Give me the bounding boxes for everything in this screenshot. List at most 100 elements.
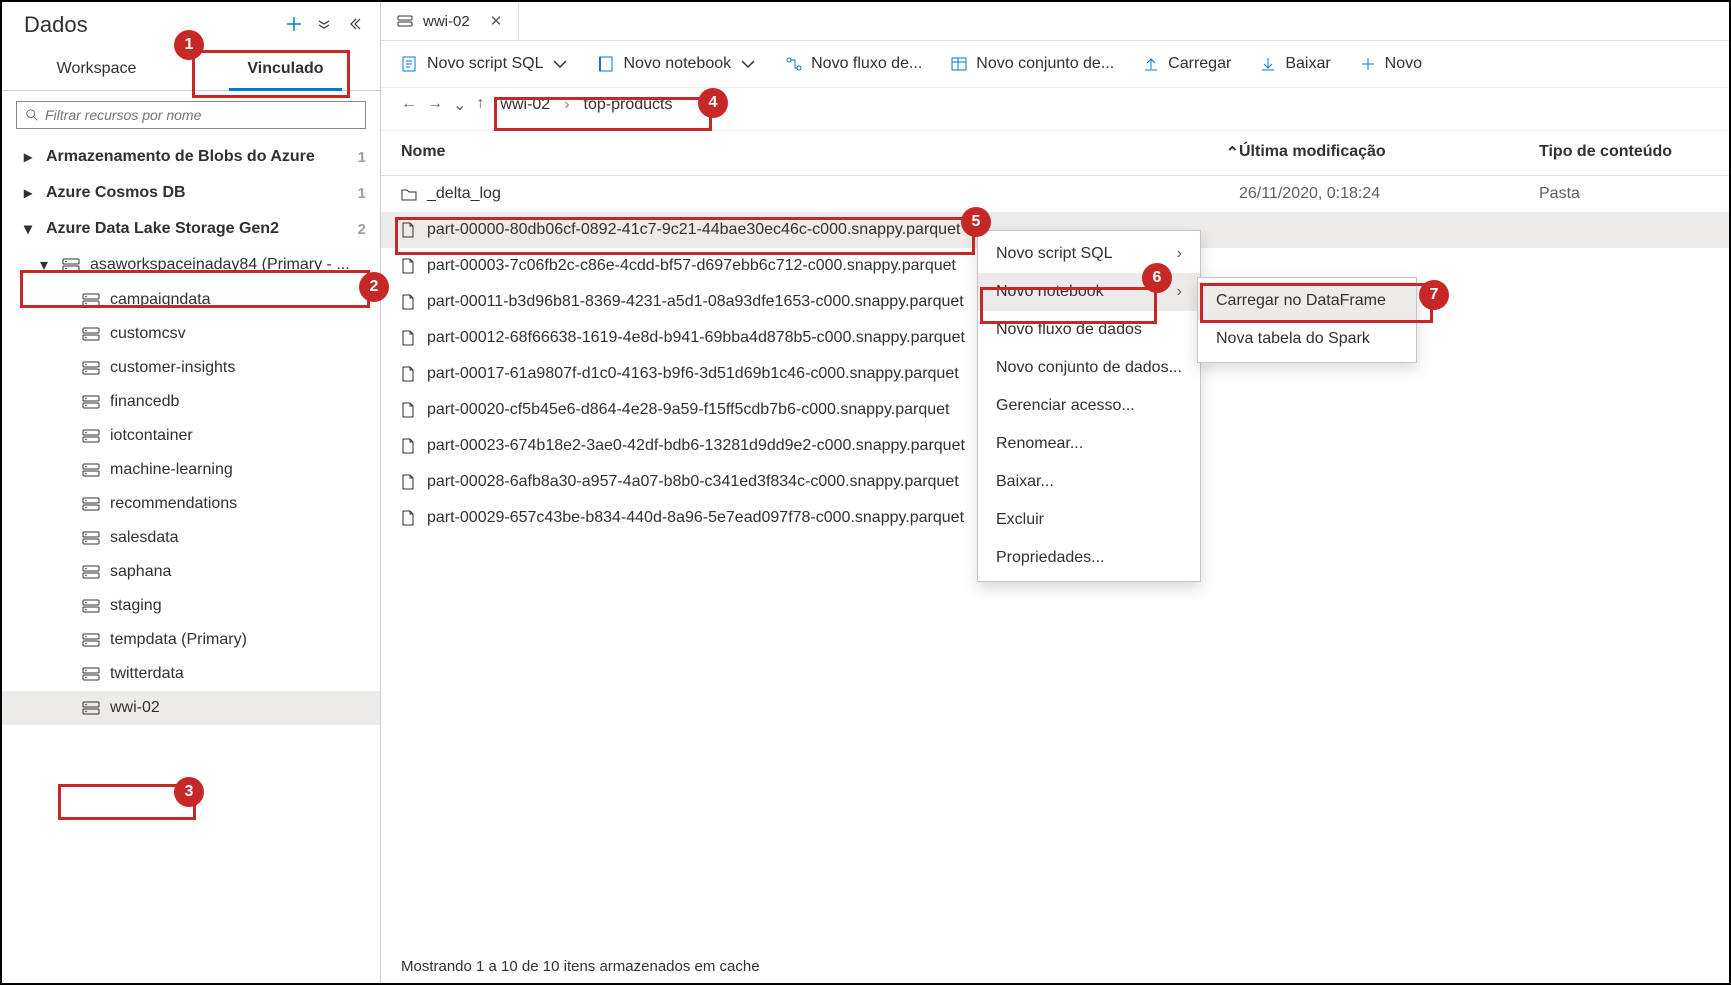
toolbar: Novo script SQL Novo notebook Novo fluxo… [381,41,1729,88]
tab-linked[interactable]: Vinculado [191,48,380,90]
container-icon [82,531,100,545]
download-button[interactable]: Baixar [1259,55,1330,73]
tree-container[interactable]: salesdata [2,521,380,555]
tree-storage-account[interactable]: ▾asaworkspaceinaday84 (Primary - ... [2,247,380,283]
tree-container-label: financedb [110,393,179,411]
tree-group-label: Armazenamento de Blobs do Azure [46,148,315,166]
new-dataset-button[interactable]: Novo conjunto de... [950,55,1114,73]
expand-all-icon[interactable] [316,16,332,35]
context-menu-item[interactable]: Baixar... [978,463,1200,501]
context-submenu-item[interactable]: Carregar no DataFrame [1198,282,1416,320]
file-icon [401,330,417,346]
context-submenu-label: Nova tabela do Spark [1216,330,1370,348]
file-icon [401,510,417,526]
callout-4: 4 [698,88,728,118]
file-icon [401,294,417,310]
container-icon [82,633,100,647]
sidebar-title: Dados [24,12,88,38]
tree-container[interactable]: campaigndata [2,283,380,317]
callout-2: 2 [359,272,389,302]
chevron-down-icon: ▾ [24,219,38,239]
container-icon [82,463,100,477]
tree-container[interactable]: saphana [2,555,380,589]
path-nav: ← → ⌄ ↑ wwi-02 › top-products [381,88,1729,131]
container-icon [82,293,100,307]
document-tab-wwi02[interactable]: wwi-02 ✕ [381,2,519,40]
new-button[interactable]: Novo [1359,55,1422,73]
breadcrumb-root[interactable]: wwi-02 [500,96,550,114]
tree-container[interactable]: machine-learning [2,453,380,487]
file-icon [401,438,417,454]
new-dataflow-button[interactable]: Novo fluxo de... [785,55,922,73]
context-menu-item[interactable]: Excluir [978,501,1200,539]
tree-group-count: 1 [352,149,366,166]
file-row[interactable]: _delta_log26/11/2020, 0:18:24Pasta [381,176,1729,212]
tree-group[interactable]: ▸Armazenamento de Blobs do Azure1 [2,139,380,175]
context-menu-label: Baixar... [996,473,1054,491]
filter-resources-input-wrap[interactable] [16,101,366,129]
chevron-right-icon: › [1177,283,1182,301]
chevron-right-icon: › [1177,245,1182,263]
column-content-type[interactable]: Tipo de conteúdo [1539,143,1709,163]
new-label: Novo [1385,55,1422,73]
file-grid-header: Nome⌃ Última modificação Tipo de conteúd… [381,131,1729,176]
tree-container[interactable]: tempdata (Primary) [2,623,380,657]
tree-storage-label: asaworkspaceinaday84 (Primary - ... [90,256,350,274]
tree-container[interactable]: customer-insights [2,351,380,385]
context-menu-item[interactable]: Novo fluxo de dados [978,311,1200,349]
close-icon[interactable]: ✕ [490,12,503,30]
context-menu-item[interactable]: Renomear... [978,425,1200,463]
context-menu-item[interactable]: Novo conjunto de dados... [978,349,1200,387]
document-tab-bar: wwi-02 ✕ [381,2,1729,41]
context-menu-label: Novo fluxo de dados [996,321,1142,339]
file-icon [401,402,417,418]
tree-container[interactable]: recommendations [2,487,380,521]
tree-group[interactable]: ▾Azure Data Lake Storage Gen22 [2,211,380,247]
nav-forward-icon[interactable]: → [427,95,443,115]
context-menu-item[interactable]: Gerenciar acesso... [978,387,1200,425]
tree-container[interactable]: iotcontainer [2,419,380,453]
filter-resources-input[interactable] [45,107,357,123]
new-sql-script-button[interactable]: Novo script SQL [401,55,569,73]
tree-container[interactable]: wwi-02 [2,691,380,725]
storage-icon [62,258,80,272]
tree-container[interactable]: staging [2,589,380,623]
container-icon [82,327,100,341]
footer-status: Mostrando 1 a 10 de 10 itens armazenados… [381,950,1729,983]
tree-container-label: campaigndata [110,291,211,309]
storage-icon [397,13,413,29]
new-notebook-button[interactable]: Novo notebook [597,55,757,73]
tab-workspace[interactable]: Workspace [2,48,191,90]
container-icon [82,497,100,511]
sql-icon [401,55,419,73]
callout-1: 1 [174,30,204,60]
column-modified[interactable]: Última modificação [1239,143,1539,163]
nav-up-icon[interactable]: ↑ [476,95,484,115]
nav-history-icon[interactable]: ⌄ [453,95,466,115]
breadcrumb-leaf[interactable]: top-products [584,96,673,114]
flow-icon [785,55,803,73]
tree-group-count: 1 [352,185,366,202]
new-notebook-label: Novo notebook [623,55,731,73]
data-sidebar: Dados Workspace Vinculado ▸Armazenamento… [2,2,381,983]
tree-container-label: wwi-02 [110,699,160,717]
tree-container-label: customer-insights [110,359,235,377]
tree-group[interactable]: ▸Azure Cosmos DB1 [2,175,380,211]
collapse-panel-icon[interactable] [346,16,362,35]
context-menu-item[interactable]: Propriedades... [978,539,1200,577]
upload-button[interactable]: Carregar [1142,55,1231,73]
document-tab-label: wwi-02 [423,13,470,30]
tree-container[interactable]: financedb [2,385,380,419]
tree-group-count: 2 [352,221,366,238]
nav-back-icon[interactable]: ← [401,95,417,115]
context-submenu-label: Carregar no DataFrame [1216,292,1386,310]
context-submenu: Carregar no DataFrame Nova tabela do Spar… [1197,277,1417,363]
column-name[interactable]: Nome⌃ [401,143,1239,163]
context-menu-label: Excluir [996,511,1044,529]
tree-container[interactable]: twitterdata [2,657,380,691]
tree-container-label: machine-learning [110,461,233,479]
file-icon [401,474,417,490]
context-submenu-item[interactable]: Nova tabela do Spark [1198,320,1416,358]
tree-container[interactable]: customcsv [2,317,380,351]
add-icon[interactable] [286,16,302,35]
